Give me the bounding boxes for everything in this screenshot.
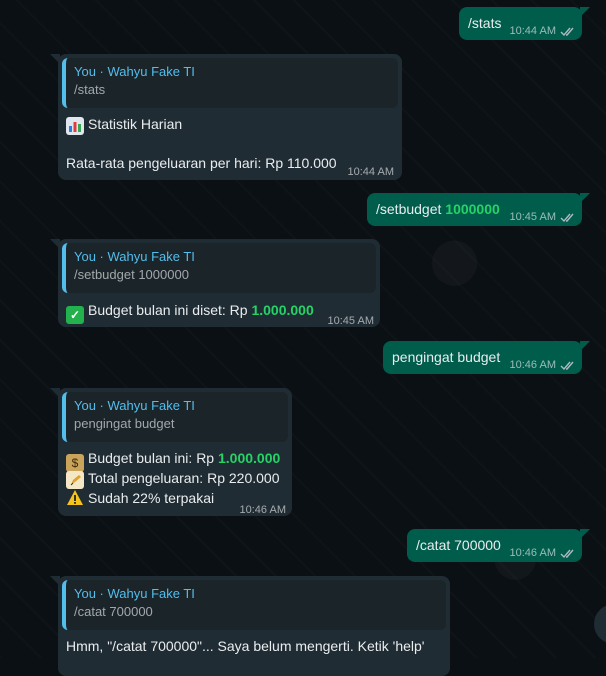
- quote-author: You · Wahyu Fake TI: [74, 398, 195, 413]
- highlighted-amount: 1000000: [445, 201, 500, 217]
- message-time: 10:46 AM: [509, 547, 556, 559]
- warning-icon: [66, 489, 84, 507]
- highlighted-amount: 1.000.000: [251, 302, 314, 318]
- double-check-icon: [560, 27, 574, 36]
- quoted-message[interactable]: You · Wahyu Fake TI /catat 700000: [62, 580, 446, 630]
- double-check-icon: [560, 213, 574, 222]
- message-line: Sudah 22% terpakai: [66, 488, 214, 508]
- message-time: 10:46 AM: [509, 359, 556, 371]
- quoted-message[interactable]: You · Wahyu Fake TI /setbudget 1000000: [62, 243, 376, 293]
- incoming-message[interactable]: You · Wahyu Fake TI /catat 700000 Hmm, "…: [50, 576, 450, 676]
- outgoing-message[interactable]: pengingat budget 10:46 AM: [383, 341, 590, 375]
- incoming-message[interactable]: You · Wahyu Fake TI /stats Statistik Har…: [50, 54, 402, 180]
- quote-author: You · Wahyu Fake TI: [74, 64, 195, 79]
- message-line: Hmm, "/catat 700000"... Saya belum menge…: [66, 638, 425, 654]
- message-text: /catat 700000: [416, 537, 501, 553]
- message-time: 10:44 AM: [509, 25, 556, 37]
- message-meta: 10:46 AM: [510, 355, 576, 375]
- outgoing-message[interactable]: /stats 10:44 AM: [459, 7, 590, 41]
- double-check-icon: [560, 361, 574, 370]
- message-line: Total pengeluaran: Rp 220.000: [66, 468, 279, 489]
- quoted-message[interactable]: You · Wahyu Fake TI /stats: [62, 58, 398, 108]
- message-meta: 10:44 AM: [510, 21, 576, 41]
- bar-chart-icon: [66, 117, 84, 135]
- quote-text: /stats: [74, 82, 106, 97]
- message-line: Statistik Harian: [66, 114, 182, 135]
- message-meta: 10:46 AM: [510, 543, 576, 563]
- message-time: 10:45 AM: [327, 315, 374, 327]
- message-time: 10:45 AM: [509, 211, 556, 223]
- message-meta: 10:45 AM: [510, 207, 576, 227]
- incoming-message[interactable]: You · Wahyu Fake TI /setbudget 1000000 ✓…: [50, 239, 380, 327]
- outgoing-message[interactable]: /setbudget 1000000 10:45 AM: [367, 193, 590, 227]
- message-text: pengingat budget: [392, 349, 501, 365]
- quote-text: pengingat budget: [74, 416, 175, 431]
- message-line: Rata-rata pengeluaran per hari: Rp 110.0…: [66, 155, 337, 171]
- memo-icon: [66, 471, 84, 489]
- message-line: ✓ Budget bulan ini diset: Rp 1.000.000: [66, 300, 314, 324]
- outgoing-message[interactable]: /catat 700000 10:46 AM: [407, 529, 590, 563]
- quoted-message[interactable]: You · Wahyu Fake TI pengingat budget: [62, 392, 288, 442]
- message-time: 10:44 AM: [347, 166, 394, 178]
- double-check-icon: [560, 549, 574, 558]
- quote-text: /catat 700000: [74, 604, 153, 619]
- message-time: 10:46 AM: [239, 504, 286, 516]
- check-mark-icon: ✓: [66, 306, 84, 324]
- highlighted-amount: 1.000.000: [217, 450, 281, 466]
- quote-author: You · Wahyu Fake TI: [74, 586, 195, 601]
- incoming-message[interactable]: You · Wahyu Fake TI pengingat budget $ Bu…: [50, 388, 292, 516]
- message-text: /setbudget 1000000: [376, 201, 500, 217]
- quote-text: /setbudget 1000000: [74, 267, 189, 282]
- quote-author: You · Wahyu Fake TI: [74, 249, 195, 264]
- message-text: /stats: [468, 15, 502, 31]
